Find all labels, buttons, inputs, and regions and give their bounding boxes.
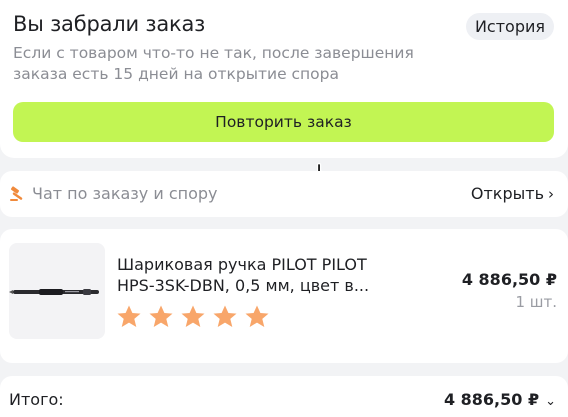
star-icon[interactable] bbox=[148, 304, 174, 330]
chat-label: Чат по заказу и спору bbox=[32, 184, 218, 203]
history-button[interactable]: История bbox=[465, 13, 554, 40]
star-icon[interactable] bbox=[212, 304, 238, 330]
order-status-title: Вы забрали заказ bbox=[13, 12, 206, 36]
total-label: Итого: bbox=[9, 390, 64, 409]
product-row[interactable]: Шариковая ручка PILOT PILOT HPS-3SK-DBN,… bbox=[0, 229, 568, 363]
total-amount: 4 886,50 ₽ bbox=[443, 390, 540, 409]
open-chat-label: Открыть bbox=[470, 184, 544, 203]
star-icon[interactable] bbox=[180, 304, 206, 330]
chat-row[interactable]: Чат по заказу и спору Открыть › bbox=[0, 171, 568, 217]
total-value[interactable]: 4 886,50 ₽ ⌄ bbox=[444, 390, 556, 409]
product-price: 4 886,50 ₽ bbox=[461, 270, 557, 289]
open-chat-link[interactable]: Открыть › bbox=[471, 184, 554, 203]
chevron-down-icon: ⌄ bbox=[545, 394, 556, 409]
total-row[interactable]: Итого: 4 886,50 ₽ ⌄ bbox=[0, 376, 568, 417]
order-status-card: Вы забрали заказ История Если с товаром … bbox=[0, 0, 568, 158]
star-icon[interactable] bbox=[244, 304, 270, 330]
star-icon[interactable] bbox=[116, 304, 142, 330]
hammer-icon bbox=[10, 186, 23, 201]
dispute-info-text: Если с товаром что-то не так, после заве… bbox=[13, 44, 414, 83]
pen-icon bbox=[9, 289, 99, 295]
product-quantity: 1 шт. bbox=[515, 293, 557, 311]
repeat-order-button[interactable]: Повторить заказ bbox=[13, 102, 554, 142]
product-image[interactable] bbox=[9, 243, 105, 339]
rating-stars[interactable] bbox=[116, 304, 276, 330]
chevron-right-icon: › bbox=[548, 185, 554, 203]
product-name[interactable]: Шариковая ручка PILOT PILOT HPS-3SK-DBN,… bbox=[117, 254, 407, 296]
